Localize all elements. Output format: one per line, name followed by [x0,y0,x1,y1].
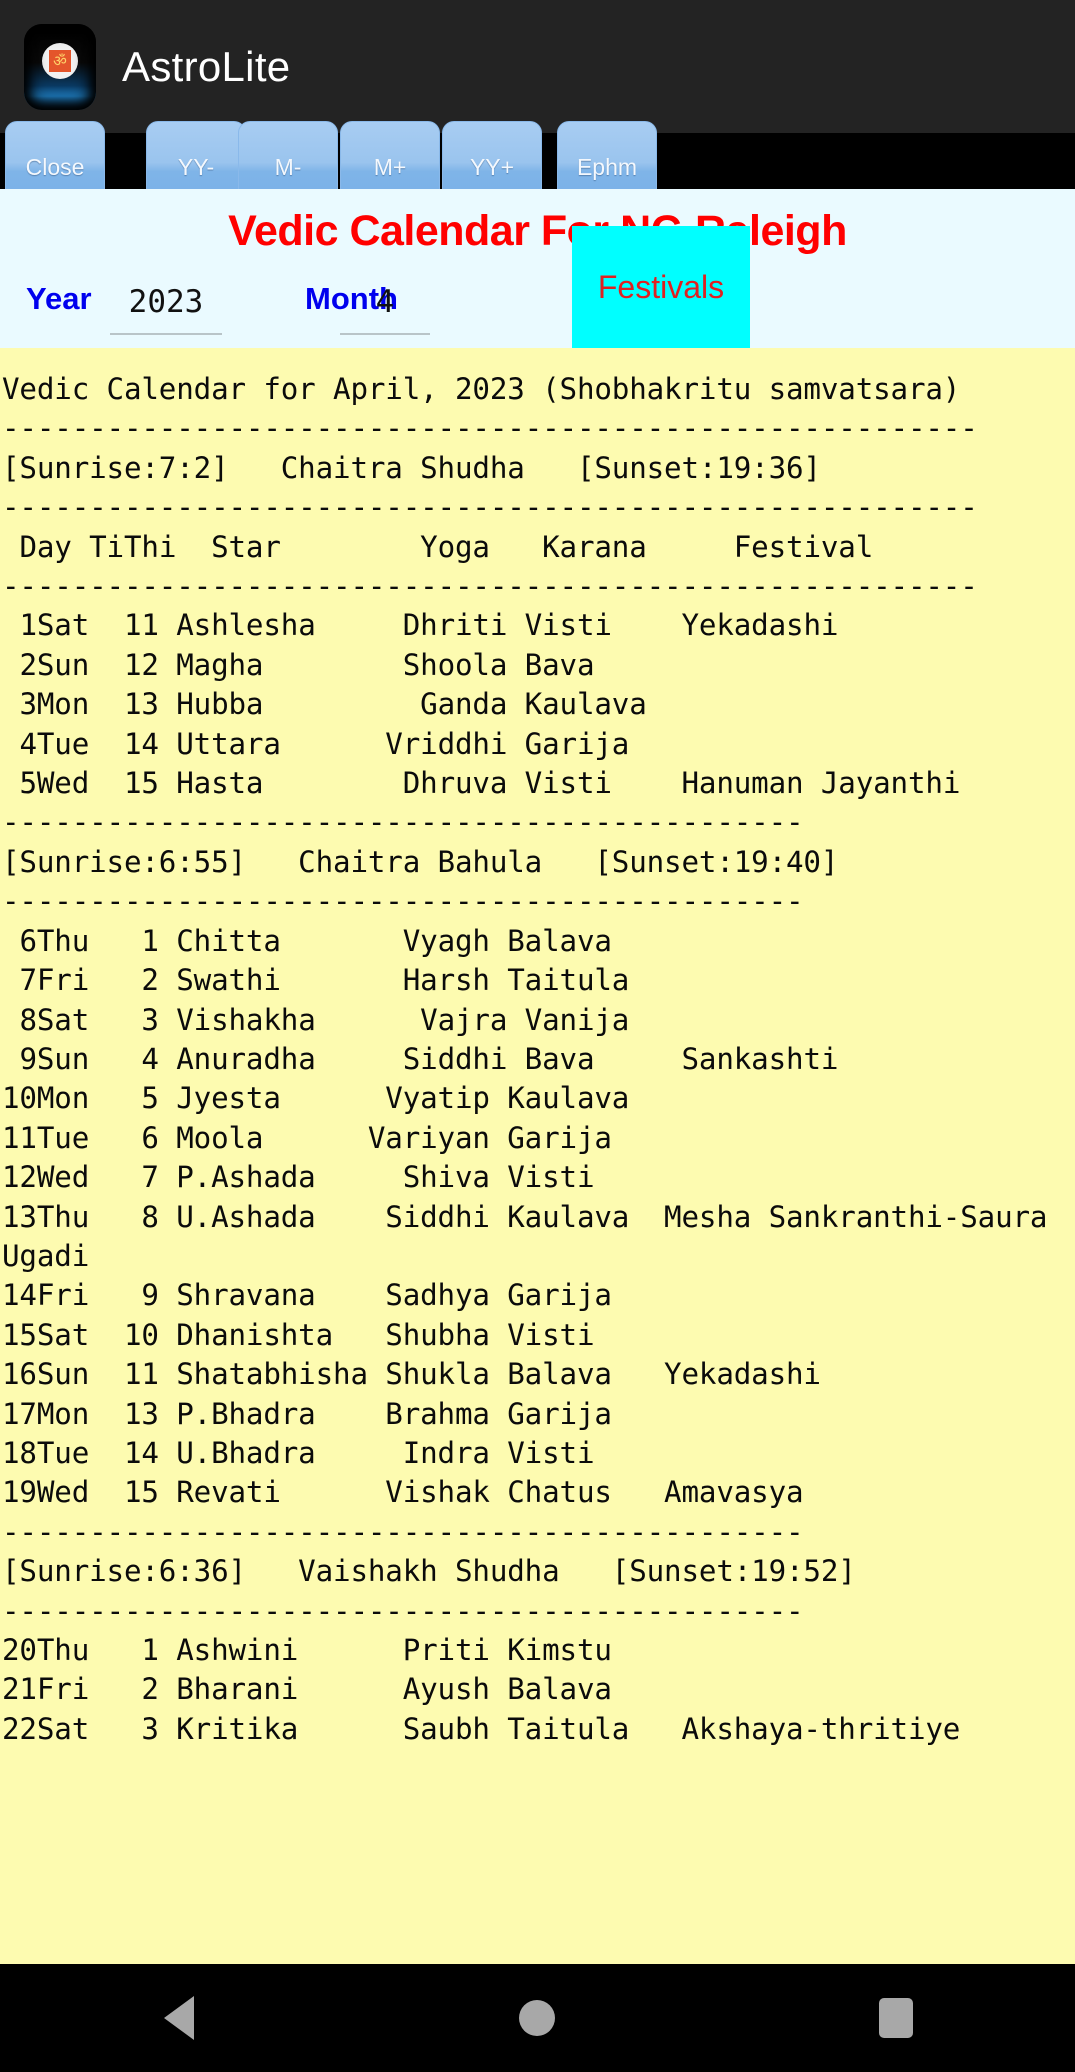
app-bar: ॐ AstroLite [0,0,1075,133]
phone-screen: ॐ AstroLite Close YY- M- M+ YY+ Ephm Ved… [0,0,1075,2072]
calendar-output[interactable]: Vedic Calendar for April, 2023 (Shobhakr… [0,348,1075,1964]
home-button[interactable] [477,1964,597,2072]
back-button[interactable] [119,1964,239,2072]
calendar-text: Vedic Calendar for April, 2023 (Shobhakr… [2,372,1048,1746]
system-navigation-bar [0,1964,1075,2072]
controls-panel: Vedic Calendar For NC-Raleigh Year Month… [0,189,1075,348]
home-circle-icon [519,2000,556,2036]
app-title: AstroLite [122,42,291,90]
om-app-icon: ॐ [24,23,96,110]
year-input[interactable] [110,271,222,335]
app-icon-vignette [24,24,96,110]
toolbar: Close YY- M- M+ YY+ Ephm [0,121,1075,213]
back-triangle-icon [164,1996,195,2040]
recents-square-icon [878,1998,913,2038]
year-label: Year [26,281,92,316]
month-input[interactable] [340,271,430,335]
festivals-button[interactable]: Festivals [572,226,750,348]
form-row: Year Month Festivals [0,226,1075,348]
recents-button[interactable] [836,1964,956,2072]
page-title: Vedic Calendar For NC-Raleigh [228,207,847,255]
